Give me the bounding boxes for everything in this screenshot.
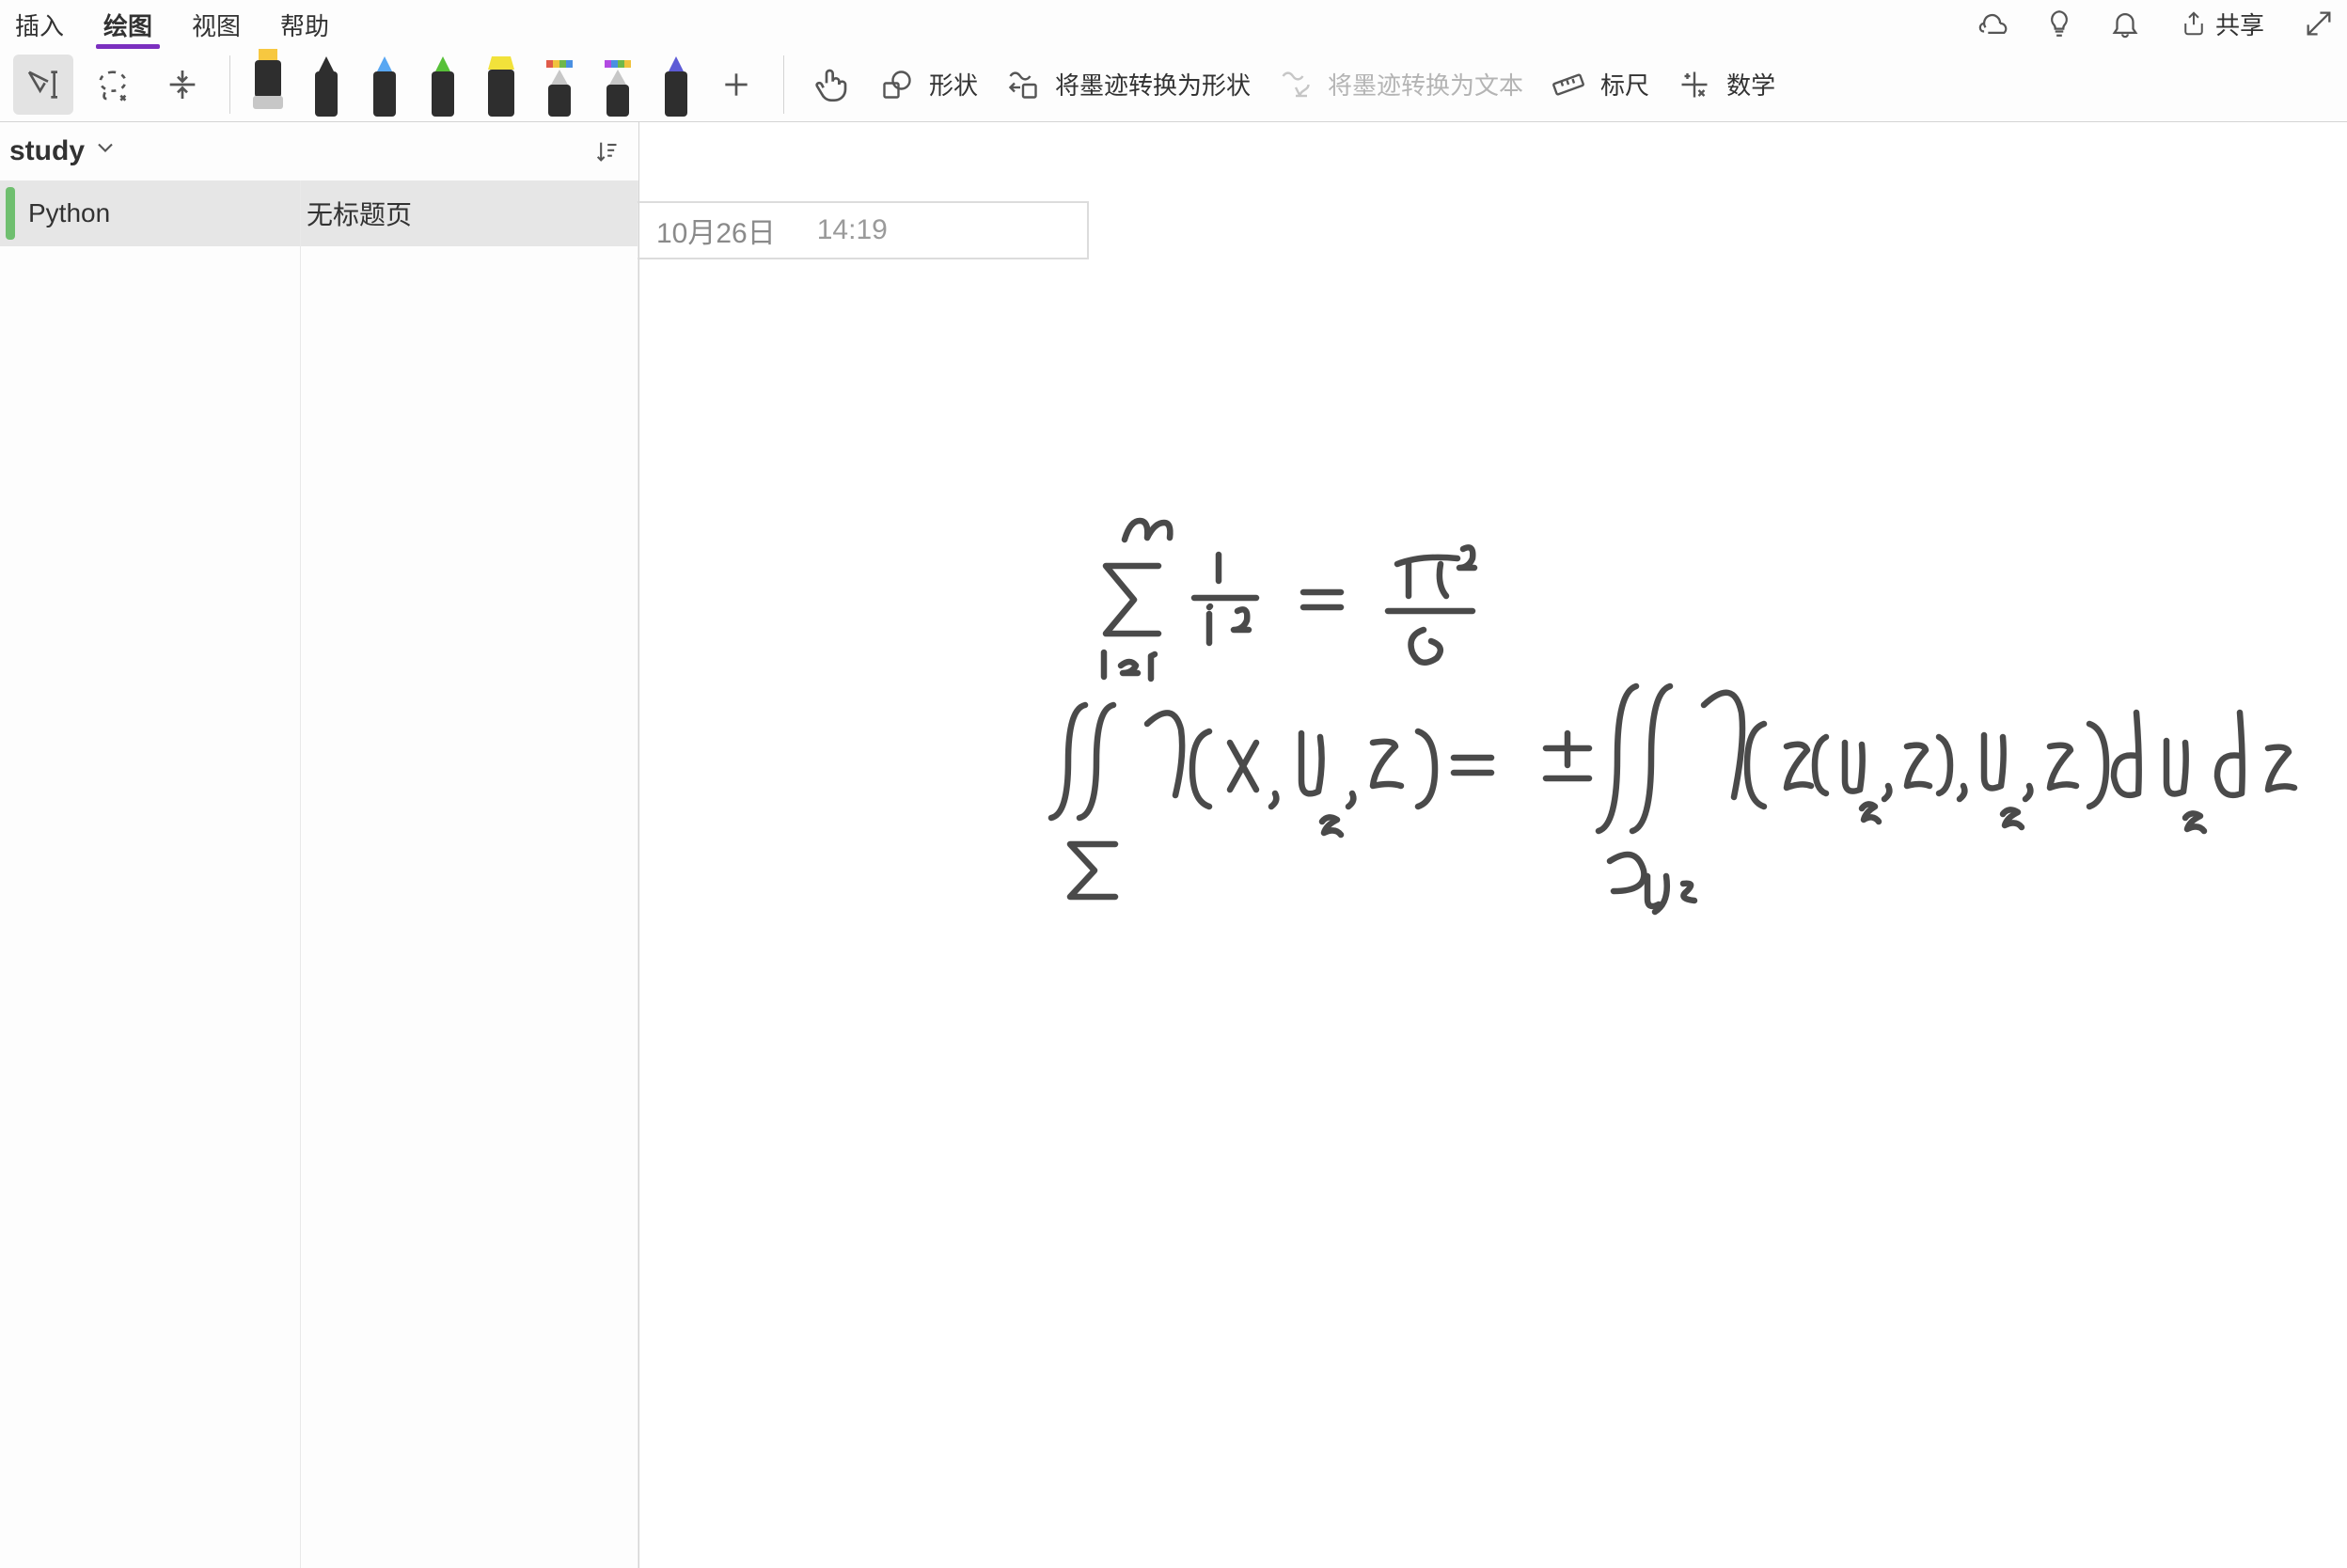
note-canvas[interactable]: 10月26日 14:19	[639, 122, 2347, 1568]
page-item[interactable]: 无标题页	[301, 180, 638, 246]
section-list: Python	[0, 180, 301, 1568]
pen-red[interactable]	[539, 56, 580, 117]
menu-view[interactable]: 视图	[182, 0, 250, 48]
chevron-down-icon	[92, 134, 118, 168]
lasso-tool[interactable]	[83, 55, 143, 115]
section-label: Python	[28, 198, 110, 228]
shapes-button[interactable]: 形状	[871, 67, 987, 102]
pen-orange[interactable]	[597, 56, 638, 117]
marker-pen-yellow-black[interactable]	[247, 49, 289, 109]
sidebar: study Python 无标题页	[0, 122, 639, 1568]
expand-icon[interactable]	[2296, 1, 2341, 46]
menubar: 插入 绘图 视图 帮助 共享	[0, 0, 2347, 47]
pen-green[interactable]	[422, 56, 464, 117]
share-button[interactable]: 共享	[2168, 1, 2276, 47]
ink-to-shape-label: 将墨迹转换为形状	[1055, 67, 1251, 102]
menu-insert[interactable]: 插入	[6, 0, 73, 48]
notebook-picker[interactable]: study	[0, 122, 638, 180]
menu-help[interactable]: 帮助	[271, 0, 339, 48]
note-title-frame[interactable]: 10月26日 14:19	[638, 201, 1089, 259]
pen-purple[interactable]	[655, 56, 697, 117]
page-list: 无标题页	[301, 180, 638, 1568]
insert-space-tool[interactable]	[152, 55, 213, 115]
touch-draw-button[interactable]	[801, 55, 861, 115]
add-pen-button[interactable]	[706, 55, 766, 115]
tips-icon[interactable]	[2037, 1, 2082, 46]
sync-status-icon[interactable]	[1971, 1, 2016, 46]
ruler-label: 标尺	[1600, 67, 1649, 102]
menu-draw[interactable]: 绘图	[94, 0, 162, 48]
notebook-name: study	[9, 135, 85, 167]
ruler-button[interactable]: 标尺	[1542, 67, 1659, 102]
note-date: 10月26日	[656, 210, 776, 251]
ink-to-text-button: 将墨迹转换为文本	[1269, 67, 1533, 102]
math-button[interactable]: 数学	[1668, 67, 1785, 102]
pen-blue[interactable]	[364, 56, 405, 117]
notifications-icon[interactable]	[2103, 1, 2148, 46]
section-item[interactable]: Python	[0, 180, 300, 246]
highlighter-yellow[interactable]	[480, 56, 522, 117]
math-label: 数学	[1726, 67, 1775, 102]
section-color-swatch	[6, 187, 15, 240]
pen-gallery	[247, 47, 697, 122]
text-cursor-tool[interactable]	[13, 55, 73, 115]
ink-to-shape-button[interactable]: 将墨迹转换为形状	[997, 67, 1260, 102]
page-label: 无标题页	[307, 195, 412, 232]
content-area: study Python 无标题页	[0, 122, 2347, 1568]
ink-to-text-label: 将墨迹转换为文本	[1328, 67, 1523, 102]
share-label: 共享	[2215, 7, 2264, 41]
note-time: 14:19	[817, 214, 888, 246]
sort-button[interactable]	[584, 129, 629, 174]
pen-black[interactable]	[306, 56, 347, 117]
draw-ribbon: 形状 将墨迹转换为形状 将墨迹转换为文本 标尺 数学	[0, 47, 2347, 122]
shapes-label: 形状	[929, 67, 978, 102]
handwriting-ink	[1034, 517, 2347, 973]
